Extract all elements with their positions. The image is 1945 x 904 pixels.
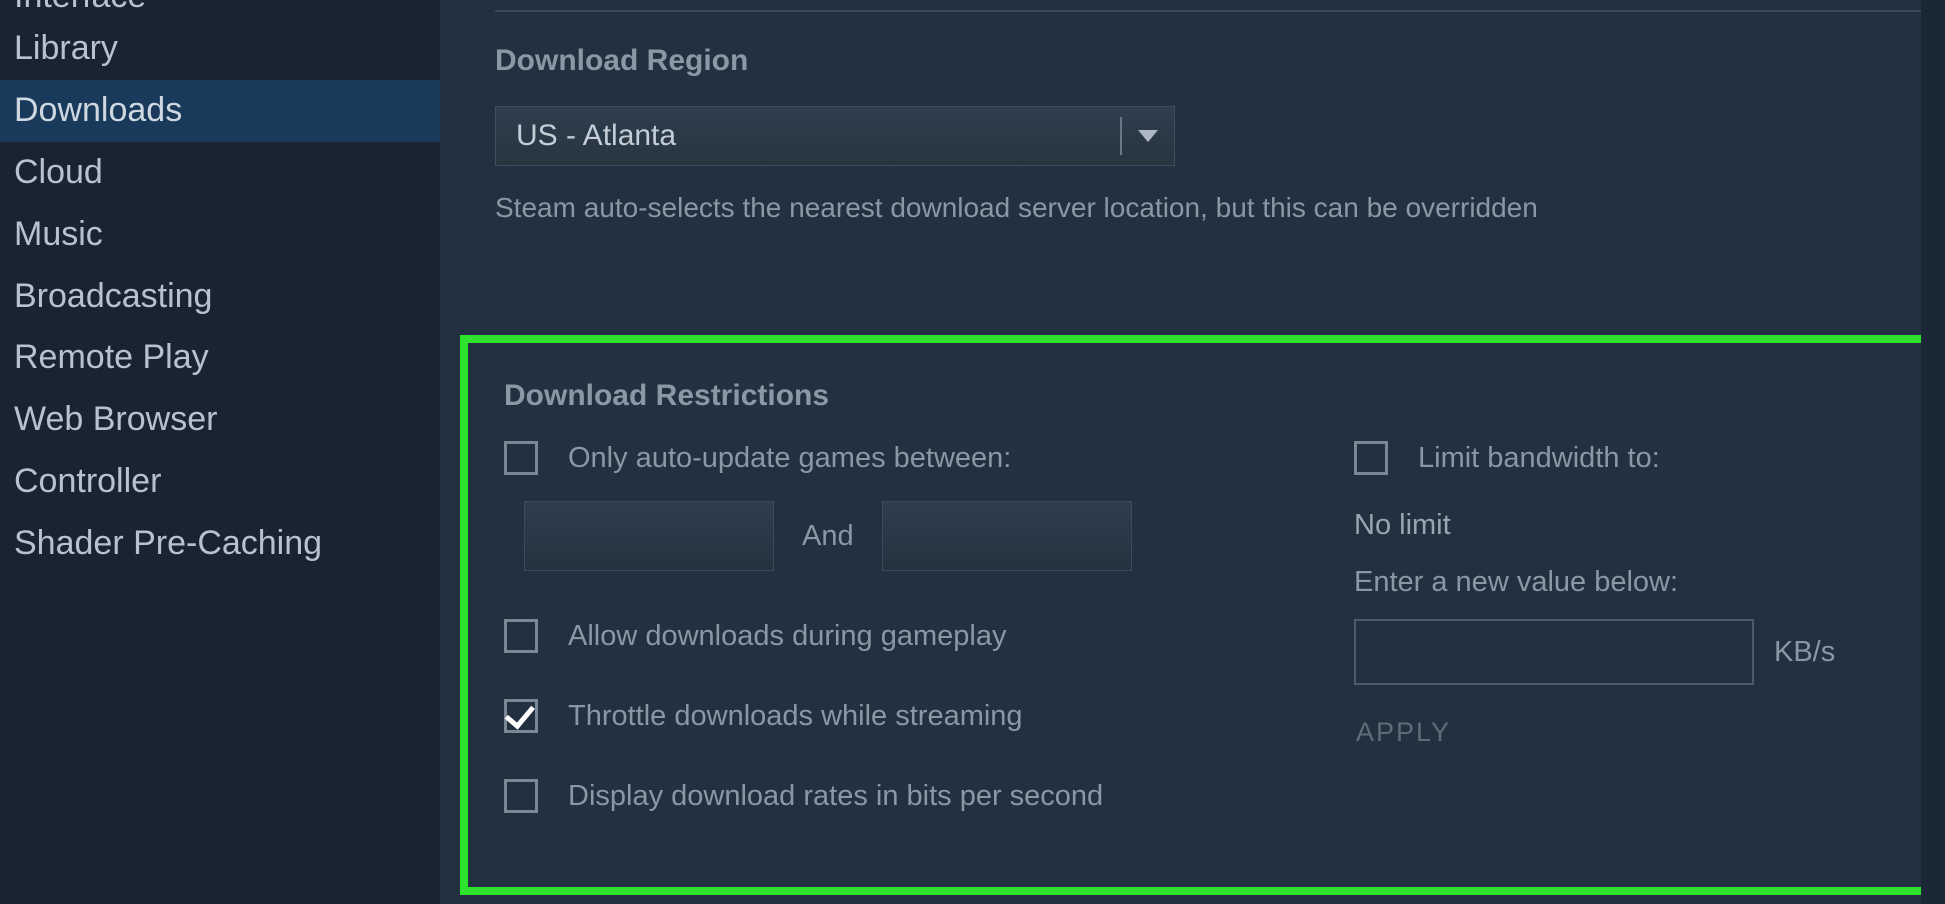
throttle-streaming-label: Throttle downloads while streaming (568, 700, 1023, 733)
sidebar-item-label: Broadcasting (14, 277, 212, 315)
allow-during-gameplay-label: Allow downloads during gameplay (568, 620, 1006, 653)
bandwidth-unit: KB/s (1774, 636, 1835, 669)
bandwidth-input-row: KB/s (1354, 619, 1945, 685)
sidebar-item-label: Downloads (14, 91, 182, 129)
sidebar-item-label: Controller (14, 462, 161, 500)
steam-settings-window: Interface Library Downloads Cloud Music … (0, 0, 1945, 904)
sidebar-item-cloud[interactable]: Cloud (0, 142, 440, 204)
display-bits-checkbox[interactable] (504, 779, 538, 813)
sidebar-item-controller[interactable]: Controller (0, 451, 440, 513)
display-bits-label: Display download rates in bits per secon… (568, 780, 1103, 813)
restrictions-left-rows: Allow downloads during gameplay Throttle… (504, 619, 1264, 813)
time-end-field[interactable] (882, 501, 1132, 571)
limit-bandwidth-label: Limit bandwidth to: (1418, 442, 1660, 475)
auto-update-between-row: Only auto-update games between: (504, 441, 1264, 475)
throttle-streaming-checkbox[interactable] (504, 699, 538, 733)
display-bits-row: Display download rates in bits per secon… (504, 779, 1264, 813)
allow-during-gameplay-row: Allow downloads during gameplay (504, 619, 1264, 653)
sidebar-item-label: Web Browser (14, 400, 217, 438)
sidebar-item-music[interactable]: Music (0, 204, 440, 266)
throttle-streaming-row: Throttle downloads while streaming (504, 699, 1264, 733)
download-region-dropdown[interactable]: US - Atlanta (495, 106, 1175, 166)
sidebar-item-downloads[interactable]: Downloads (0, 80, 440, 142)
chevron-down-icon (1122, 130, 1174, 142)
sidebar-item-label: Remote Play (14, 338, 209, 376)
sidebar-item-library[interactable]: Library (0, 18, 440, 80)
no-limit-label: No limit (1354, 509, 1945, 542)
download-region-helper: Steam auto-selects the nearest download … (495, 188, 1945, 227)
apply-button[interactable]: APPLY (1354, 713, 1453, 752)
enter-new-value-label: Enter a new value below: (1354, 566, 1945, 599)
download-region-selected: US - Atlanta (496, 119, 1120, 153)
auto-update-between-checkbox[interactable] (504, 441, 538, 475)
sidebar-item-web-browser[interactable]: Web Browser (0, 389, 440, 451)
restrictions-grid: Only auto-update games between: And Allo… (504, 441, 1945, 859)
section-divider (495, 10, 1945, 12)
download-restrictions-heading: Download Restrictions (504, 379, 1945, 413)
settings-downloads-panel: Download Region US - Atlanta Steam auto-… (440, 0, 1945, 904)
time-range-row: And (524, 501, 1264, 571)
allow-during-gameplay-checkbox[interactable] (504, 619, 538, 653)
scrollbar[interactable] (1921, 0, 1945, 904)
auto-update-between-label: Only auto-update games between: (568, 442, 1011, 475)
time-start-field[interactable] (524, 501, 774, 571)
sidebar-item-label: Shader Pre-Caching (14, 524, 322, 562)
restrictions-left-column: Only auto-update games between: And Allo… (504, 441, 1264, 859)
sidebar-item-label: Cloud (14, 153, 103, 191)
bandwidth-input[interactable] (1354, 619, 1754, 685)
limit-bandwidth-row: Limit bandwidth to: (1354, 441, 1945, 475)
sidebar-item-interface[interactable]: Interface (0, 0, 440, 18)
download-restrictions-section: Download Restrictions Only auto-update g… (460, 335, 1945, 895)
sidebar-item-shader-precaching[interactable]: Shader Pre-Caching (0, 513, 440, 575)
sidebar-item-label: Library (14, 29, 118, 67)
limit-bandwidth-checkbox[interactable] (1354, 441, 1388, 475)
download-region-heading: Download Region (495, 44, 1945, 78)
sidebar-item-label: Interface (14, 0, 146, 18)
restrictions-right-column: Limit bandwidth to: No limit Enter a new… (1354, 441, 1945, 859)
sidebar-item-label: Music (14, 215, 103, 253)
sidebar-item-broadcasting[interactable]: Broadcasting (0, 266, 440, 328)
settings-sidebar: Interface Library Downloads Cloud Music … (0, 0, 440, 904)
sidebar-item-remote-play[interactable]: Remote Play (0, 327, 440, 389)
and-label: And (802, 520, 854, 553)
